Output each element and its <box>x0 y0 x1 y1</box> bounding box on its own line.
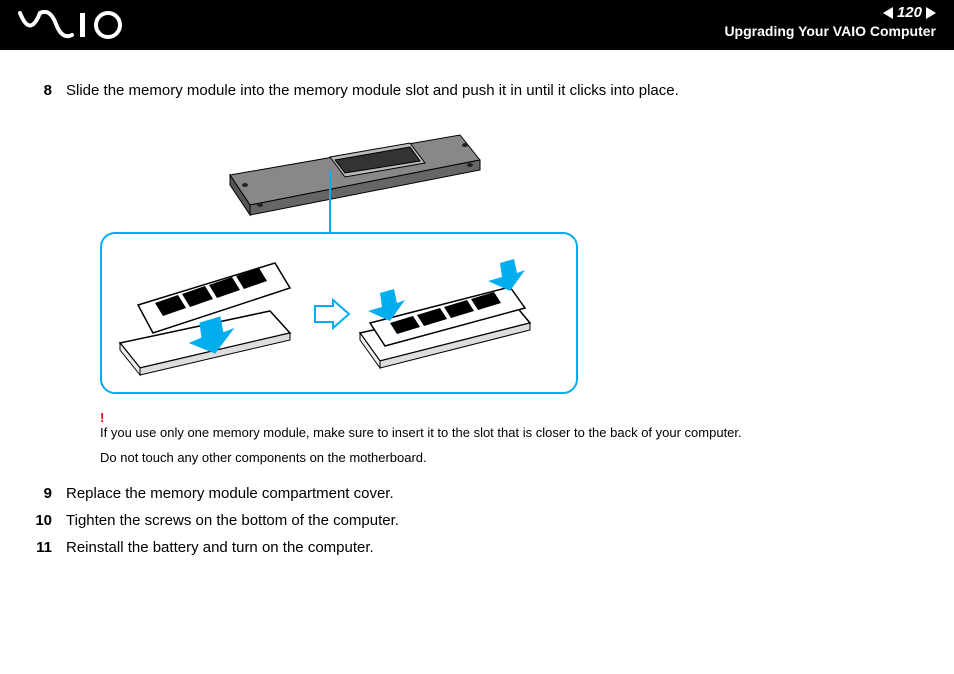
page-number: 120 <box>897 4 922 21</box>
step-row: 11 Reinstall the battery and turn on the… <box>30 537 924 558</box>
step-number: 9 <box>30 483 52 504</box>
step-number: 11 <box>30 537 52 558</box>
page-content: 8 Slide the memory module into the memor… <box>0 50 954 558</box>
prev-page-icon[interactable] <box>883 7 893 19</box>
step-text: Slide the memory module into the memory … <box>66 80 679 101</box>
step-text: Tighten the screws on the bottom of the … <box>66 510 399 531</box>
step-number: 8 <box>30 80 52 101</box>
section-title: Upgrading Your VAIO Computer <box>724 23 936 39</box>
warning-icon: ! <box>100 410 104 425</box>
warning-text-2: Do not touch any other components on the… <box>100 450 924 465</box>
vaio-logo <box>18 10 128 45</box>
warning-note: ! If you use only one memory module, mak… <box>100 410 924 440</box>
step-text: Reinstall the battery and turn on the co… <box>66 537 374 558</box>
step-text: Replace the memory module compartment co… <box>66 483 394 504</box>
warning-text-1: If you use only one memory module, make … <box>100 425 742 440</box>
illustration <box>100 115 924 400</box>
header-nav: 120 Upgrading Your VAIO Computer <box>724 4 936 39</box>
step-row: 9 Replace the memory module compartment … <box>30 483 924 504</box>
step-number: 10 <box>30 510 52 531</box>
next-page-icon[interactable] <box>926 7 936 19</box>
step-row: 10 Tighten the screws on the bottom of t… <box>30 510 924 531</box>
page-header: 120 Upgrading Your VAIO Computer <box>0 0 954 50</box>
step-row: 8 Slide the memory module into the memor… <box>30 80 924 101</box>
